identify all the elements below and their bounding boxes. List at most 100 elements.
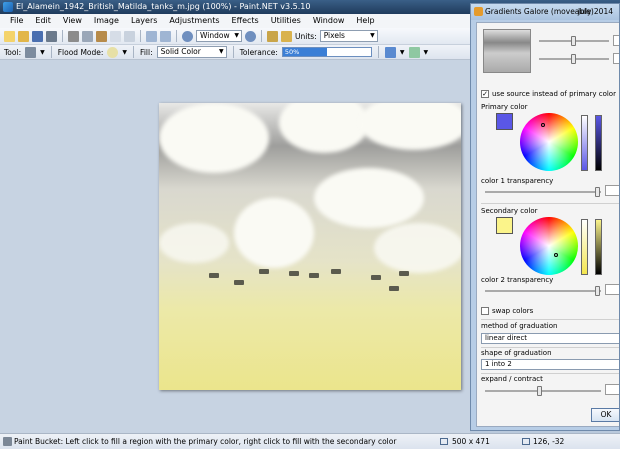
- color2-transparency-value[interactable]: [605, 284, 619, 295]
- shape-combo[interactable]: 1 into 2: [481, 359, 619, 370]
- plugin-icon: [474, 7, 483, 16]
- secondary-color-label: Secondary color: [481, 207, 538, 215]
- cloud-shape: [279, 103, 369, 153]
- menu-image[interactable]: Image: [88, 14, 125, 28]
- status-bar: Paint Bucket: Left click to fill a regio…: [0, 433, 620, 449]
- primary-color-swatch[interactable]: [496, 113, 513, 130]
- cloud-shape: [159, 223, 229, 263]
- cloud-shape: [159, 103, 269, 173]
- top-slider-1[interactable]: [539, 36, 609, 46]
- zoom-icon[interactable]: [182, 30, 193, 42]
- save-icon[interactable]: [32, 30, 43, 42]
- toolbar-separator: [261, 30, 262, 42]
- paint-bucket-icon[interactable]: [25, 46, 37, 58]
- secondary-value-bar[interactable]: [595, 219, 602, 275]
- gradients-galore-dialog: Gradients Galore (moveable) July 2014 ✓ …: [470, 3, 620, 431]
- tank-shape: [309, 273, 319, 278]
- menu-window[interactable]: Window: [307, 14, 351, 28]
- method-combo[interactable]: linear direct: [481, 333, 619, 344]
- color-picker-dot[interactable]: [541, 123, 545, 127]
- slider-thumb[interactable]: [595, 286, 600, 296]
- color1-transparency-label: color 1 transparency: [481, 177, 554, 185]
- main-toolbar: Window ▼ Units: Pixels ▼: [0, 28, 470, 45]
- image-size-icon: [440, 438, 448, 445]
- cursor-position: 126, -32: [533, 437, 565, 446]
- dialog-body: ✓ use source instead of primary color Pr…: [476, 22, 619, 427]
- deselect-icon[interactable]: [124, 30, 135, 42]
- menu-help[interactable]: Help: [350, 14, 380, 28]
- color1-transparency-value[interactable]: [605, 185, 619, 196]
- cloud-shape: [234, 198, 314, 268]
- secondary-saturation-bar[interactable]: [581, 219, 588, 275]
- paste-icon[interactable]: [96, 30, 107, 42]
- window-title: El_Alamein_1942_British_Matilda_tanks_m.…: [16, 2, 311, 11]
- slider-thumb[interactable]: [595, 187, 600, 197]
- top-value-2[interactable]: [613, 53, 619, 64]
- units-combo[interactable]: Pixels ▼: [319, 30, 378, 42]
- swap-colors-checkbox[interactable]: [481, 307, 489, 315]
- tank-shape: [289, 271, 299, 276]
- fill-combo[interactable]: Solid Color ▼: [156, 46, 227, 58]
- zoom-window-combo[interactable]: Window ▼: [196, 30, 242, 42]
- crop-icon[interactable]: [110, 30, 121, 42]
- flood-mode-icon[interactable]: [107, 46, 119, 58]
- menu-edit[interactable]: Edit: [29, 14, 57, 28]
- chevron-down-icon: ▼: [234, 32, 239, 39]
- menu-utilities[interactable]: Utilities: [265, 14, 307, 28]
- toolbar-separator: [140, 30, 141, 42]
- tank-shape: [259, 269, 269, 274]
- color2-transparency-slider[interactable]: [485, 286, 601, 296]
- antialiasing-icon[interactable]: [384, 46, 396, 58]
- color-picker-dot[interactable]: [554, 253, 558, 257]
- cloud-shape: [359, 103, 461, 150]
- fill-value: Solid Color: [160, 47, 201, 56]
- chevron-down-icon[interactable]: ▼: [122, 49, 127, 56]
- undo-icon[interactable]: [146, 30, 157, 42]
- secondary-color-wheel[interactable]: [520, 217, 578, 275]
- rulers-icon[interactable]: [281, 30, 292, 42]
- slider-thumb[interactable]: [571, 36, 576, 46]
- expand-contract-slider[interactable]: [485, 386, 601, 396]
- zoom-in-icon[interactable]: [245, 30, 256, 42]
- copy-icon[interactable]: [82, 30, 93, 42]
- menu-view[interactable]: View: [57, 14, 88, 28]
- primary-value-bar[interactable]: [595, 115, 602, 171]
- flood-mode-label: Flood Mode:: [57, 47, 104, 57]
- chevron-down-icon[interactable]: ▼: [400, 49, 405, 56]
- menu-file[interactable]: File: [4, 14, 29, 28]
- chevron-down-icon[interactable]: ▼: [424, 49, 429, 56]
- secondary-color-swatch[interactable]: [496, 217, 513, 234]
- dialog-titlebar[interactable]: Gradients Galore (moveable) July 2014: [471, 4, 619, 20]
- zoom-window-value: Window: [200, 31, 230, 40]
- menu-adjustments[interactable]: Adjustments: [163, 14, 225, 28]
- print-icon[interactable]: [46, 30, 57, 42]
- blend-mode-icon[interactable]: [408, 46, 420, 58]
- top-slider-2[interactable]: [539, 54, 609, 64]
- menu-effects[interactable]: Effects: [226, 14, 265, 28]
- new-image-icon[interactable]: [4, 30, 15, 42]
- use-source-checkbox[interactable]: ✓: [481, 90, 489, 98]
- slider-thumb[interactable]: [537, 386, 542, 396]
- ok-button[interactable]: OK: [591, 408, 619, 422]
- cut-icon[interactable]: [68, 30, 79, 42]
- divider: [481, 319, 619, 320]
- expand-contract-value[interactable]: [605, 384, 619, 395]
- preview-thumbnail[interactable]: [483, 29, 531, 73]
- slider-thumb[interactable]: [571, 54, 576, 64]
- tolerance-slider[interactable]: 50%: [281, 47, 372, 57]
- toolbar-separator: [62, 30, 63, 42]
- toolbar-separator: [133, 46, 135, 58]
- units-value: Pixels: [323, 31, 345, 40]
- color1-transparency-slider[interactable]: [485, 187, 601, 197]
- primary-color-wheel[interactable]: [520, 113, 578, 171]
- tolerance-label: Tolerance:: [239, 47, 278, 57]
- open-icon[interactable]: [18, 30, 29, 42]
- top-value-1[interactable]: [613, 35, 619, 46]
- image-canvas[interactable]: [159, 103, 461, 390]
- redo-icon[interactable]: [160, 30, 171, 42]
- primary-saturation-bar[interactable]: [581, 115, 588, 171]
- grid-icon[interactable]: [267, 30, 278, 42]
- dialog-date: July 2014: [578, 7, 613, 16]
- chevron-down-icon[interactable]: ▼: [40, 49, 45, 56]
- menu-layers[interactable]: Layers: [125, 14, 163, 28]
